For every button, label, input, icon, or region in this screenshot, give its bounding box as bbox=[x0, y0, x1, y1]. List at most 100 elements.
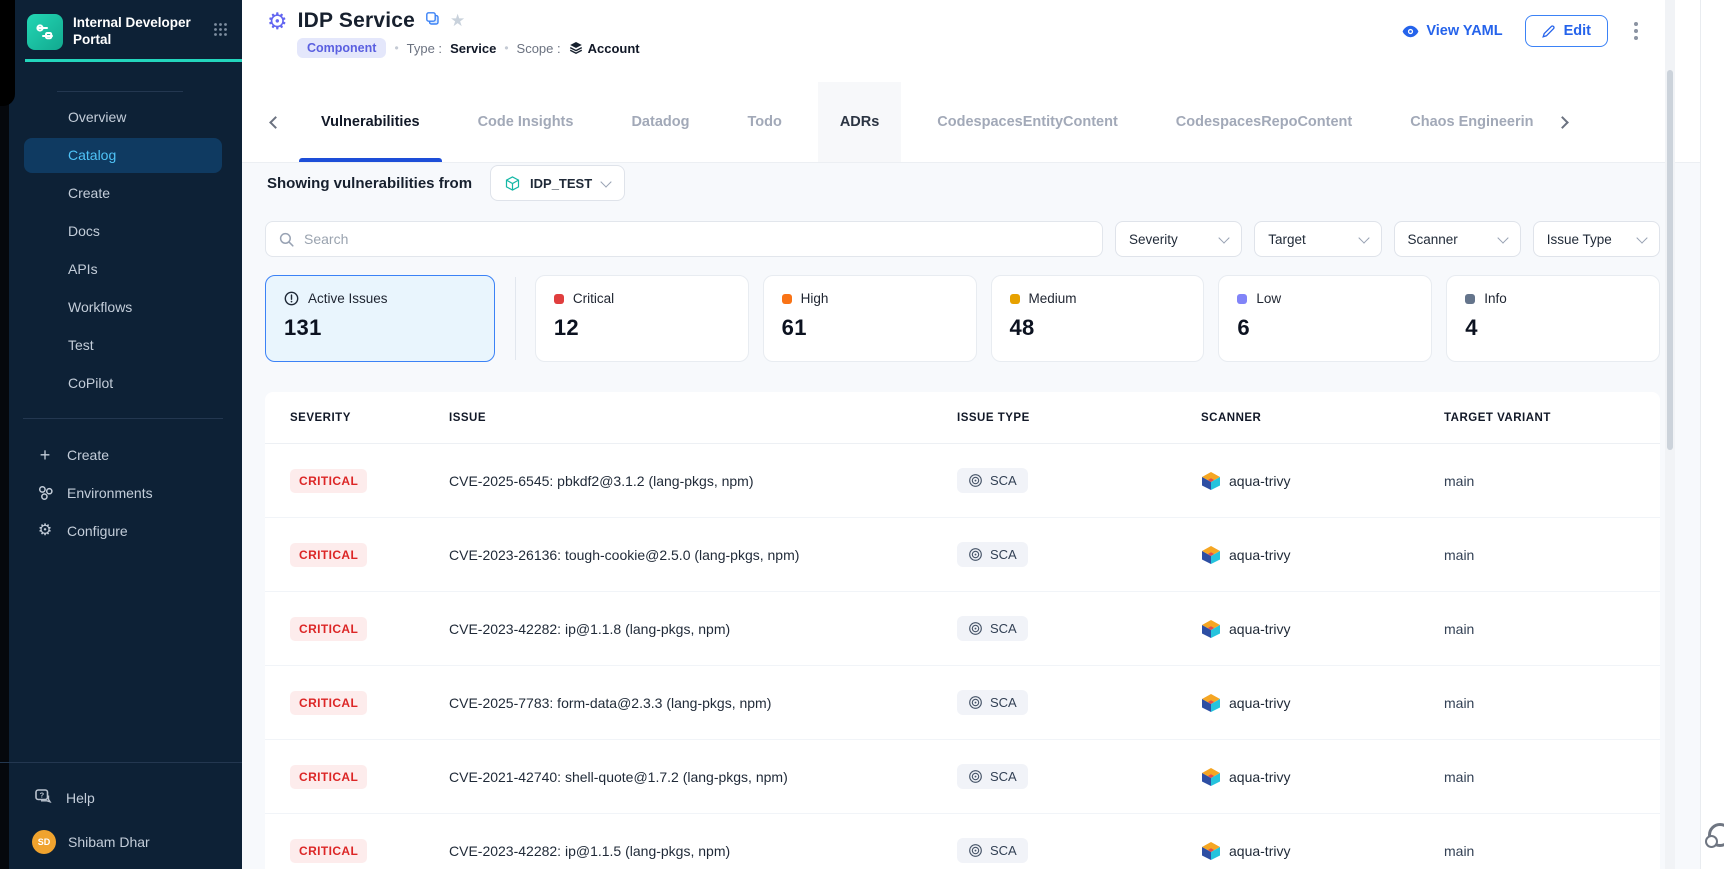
project-name: IDP_TEST bbox=[530, 176, 592, 191]
chevron-down-icon bbox=[1358, 232, 1369, 243]
tabs-scroll-left[interactable] bbox=[258, 82, 292, 162]
more-options-kebab-icon[interactable] bbox=[1630, 18, 1642, 44]
tabs-scroll-right[interactable] bbox=[1545, 82, 1579, 162]
table-row[interactable]: CRITICAL CVE-2023-26136: tough-cookie@2.… bbox=[265, 518, 1660, 592]
scanner-filter[interactable]: Scanner bbox=[1394, 221, 1521, 257]
favorite-star-icon[interactable]: ★ bbox=[450, 11, 465, 31]
apps-grid-icon[interactable] bbox=[213, 22, 228, 42]
table-row[interactable]: CRITICAL CVE-2025-7783: form-data@2.3.3 … bbox=[265, 666, 1660, 740]
sidebar-nav: Overview Catalog Create Docs APIs Workfl… bbox=[0, 100, 242, 401]
plus-icon: + bbox=[36, 446, 54, 464]
table-header-row: SEVERITY ISSUE ISSUE TYPE SCANNER TARGET… bbox=[265, 392, 1660, 444]
issue-type-filter[interactable]: Issue Type bbox=[1533, 221, 1660, 257]
aqua-trivy-icon bbox=[1201, 841, 1221, 861]
scrollbar-thumb[interactable] bbox=[1667, 70, 1673, 450]
kind-badge: Component bbox=[297, 38, 386, 58]
target-filter[interactable]: Target bbox=[1254, 221, 1381, 257]
tab-codespaces-repo-content[interactable]: CodespacesRepoContent bbox=[1154, 82, 1374, 162]
issue-text: CVE-2025-7783: form-data@2.3.3 (lang-pkg… bbox=[449, 695, 957, 711]
sidebar-item-copilot[interactable]: CoPilot bbox=[24, 366, 222, 401]
filter-row: Severity Target Scanner Issue Type bbox=[265, 221, 1660, 257]
showing-row: Showing vulnerabilities from IDP_TEST bbox=[267, 165, 625, 201]
sidebar-action-label: Environments bbox=[67, 485, 153, 501]
severity-filter[interactable]: Severity bbox=[1115, 221, 1242, 257]
sidebar-divider-top bbox=[57, 91, 183, 92]
app-root: Internal Developer Portal Overview Catal… bbox=[0, 0, 1724, 869]
component-gear-icon: ⚙ bbox=[267, 10, 288, 33]
vertical-scrollbar[interactable] bbox=[1665, 0, 1675, 869]
sidebar-item-catalog[interactable]: Catalog bbox=[24, 138, 222, 173]
window-edge bbox=[0, 0, 9, 869]
gear-icon: ⚙ bbox=[36, 523, 54, 539]
stat-value: 12 bbox=[554, 315, 730, 341]
sidebar-item-docs[interactable]: Docs bbox=[24, 214, 222, 249]
project-selector[interactable]: IDP_TEST bbox=[490, 165, 625, 201]
sidebar-item-test[interactable]: Test bbox=[24, 328, 222, 363]
low-card[interactable]: Low 6 bbox=[1218, 275, 1432, 362]
severity-swatch bbox=[1465, 294, 1475, 304]
sidebar-action-configure[interactable]: ⚙ Configure bbox=[0, 512, 242, 550]
sidebar-action-environments[interactable]: Environments bbox=[0, 474, 242, 512]
severity-swatch bbox=[782, 294, 792, 304]
title-row: ⚙ IDP Service ★ bbox=[267, 9, 465, 33]
tab-chaos-engineering[interactable]: Chaos Engineerin bbox=[1388, 82, 1538, 162]
tab-datadog[interactable]: Datadog bbox=[609, 82, 711, 162]
col-target-variant: TARGET VARIANT bbox=[1444, 412, 1660, 424]
stat-label: Info bbox=[1484, 291, 1507, 306]
aqua-trivy-icon bbox=[1201, 693, 1221, 713]
view-yaml-button[interactable]: View YAML bbox=[1402, 23, 1502, 39]
pencil-icon bbox=[1542, 24, 1556, 38]
table-row[interactable]: CRITICAL CVE-2023-42282: ip@1.1.5 (lang-… bbox=[265, 814, 1660, 869]
help-label: Help bbox=[66, 790, 95, 806]
scope-value-group: Account bbox=[569, 41, 640, 56]
target-variant-cell: main bbox=[1444, 843, 1660, 859]
info-card[interactable]: Info 4 bbox=[1446, 275, 1660, 362]
user-menu[interactable]: SD Shibam Dhar bbox=[0, 823, 242, 861]
tab-code-insights[interactable]: Code Insights bbox=[456, 82, 596, 162]
sidebar-footer: ? Help SD Shibam Dhar bbox=[0, 762, 242, 861]
issue-text: CVE-2023-42282: ip@1.1.5 (lang-pkgs, npm… bbox=[449, 843, 957, 859]
col-issue: ISSUE bbox=[449, 412, 957, 424]
fingerprint-icon bbox=[968, 695, 983, 710]
severity-badge: CRITICAL bbox=[290, 617, 367, 641]
tab-adrs[interactable]: ADRs bbox=[818, 82, 901, 162]
dot-separator: • bbox=[394, 41, 398, 55]
filter-label: Issue Type bbox=[1547, 232, 1612, 247]
feedback-widget-icon[interactable] bbox=[1708, 823, 1724, 847]
sidebar-item-workflows[interactable]: Workflows bbox=[24, 290, 222, 325]
target-variant-cell: main bbox=[1444, 695, 1660, 711]
type-label: Type : bbox=[407, 41, 442, 56]
critical-card[interactable]: Critical 12 bbox=[535, 275, 749, 362]
table-row[interactable]: CRITICAL CVE-2023-42282: ip@1.1.8 (lang-… bbox=[265, 592, 1660, 666]
type-value: Service bbox=[450, 41, 496, 56]
eye-icon bbox=[1402, 25, 1419, 38]
scanner-cell: aqua-trivy bbox=[1201, 471, 1444, 491]
severity-badge: CRITICAL bbox=[290, 543, 367, 567]
issue-type-chip: SCA bbox=[957, 690, 1028, 715]
active-issues-card[interactable]: Active Issues 131 bbox=[265, 275, 495, 362]
sidebar: Internal Developer Portal Overview Catal… bbox=[0, 0, 242, 869]
sidebar-action-create[interactable]: + Create bbox=[0, 436, 242, 474]
tab-todo[interactable]: Todo bbox=[725, 82, 803, 162]
tab-vulnerabilities[interactable]: Vulnerabilities bbox=[299, 82, 442, 162]
medium-card[interactable]: Medium 48 bbox=[991, 275, 1205, 362]
tab-codespaces-entity-content[interactable]: CodespacesEntityContent bbox=[915, 82, 1139, 162]
search-input[interactable] bbox=[304, 231, 1089, 247]
copy-icon[interactable] bbox=[425, 11, 440, 31]
table-row[interactable]: CRITICAL CVE-2021-42740: shell-quote@1.7… bbox=[265, 740, 1660, 814]
sidebar-item-apis[interactable]: APIs bbox=[24, 252, 222, 287]
col-issue-type: ISSUE TYPE bbox=[957, 412, 1201, 424]
sidebar-divider-bottom bbox=[0, 762, 242, 763]
scope-value: Account bbox=[588, 41, 640, 56]
target-variant-cell: main bbox=[1444, 621, 1660, 637]
aqua-trivy-icon bbox=[1201, 545, 1221, 565]
sidebar-item-create[interactable]: Create bbox=[24, 176, 222, 211]
edit-button[interactable]: Edit bbox=[1525, 15, 1608, 47]
help-button[interactable]: ? Help bbox=[0, 779, 242, 817]
scanner-cell: aqua-trivy bbox=[1201, 545, 1444, 565]
sidebar-item-overview[interactable]: Overview bbox=[24, 100, 222, 135]
high-card[interactable]: High 61 bbox=[763, 275, 977, 362]
table-row[interactable]: CRITICAL CVE-2025-6545: pbkdf2@3.1.2 (la… bbox=[265, 444, 1660, 518]
brand: Internal Developer Portal bbox=[0, 0, 242, 59]
filter-label: Severity bbox=[1129, 232, 1178, 247]
